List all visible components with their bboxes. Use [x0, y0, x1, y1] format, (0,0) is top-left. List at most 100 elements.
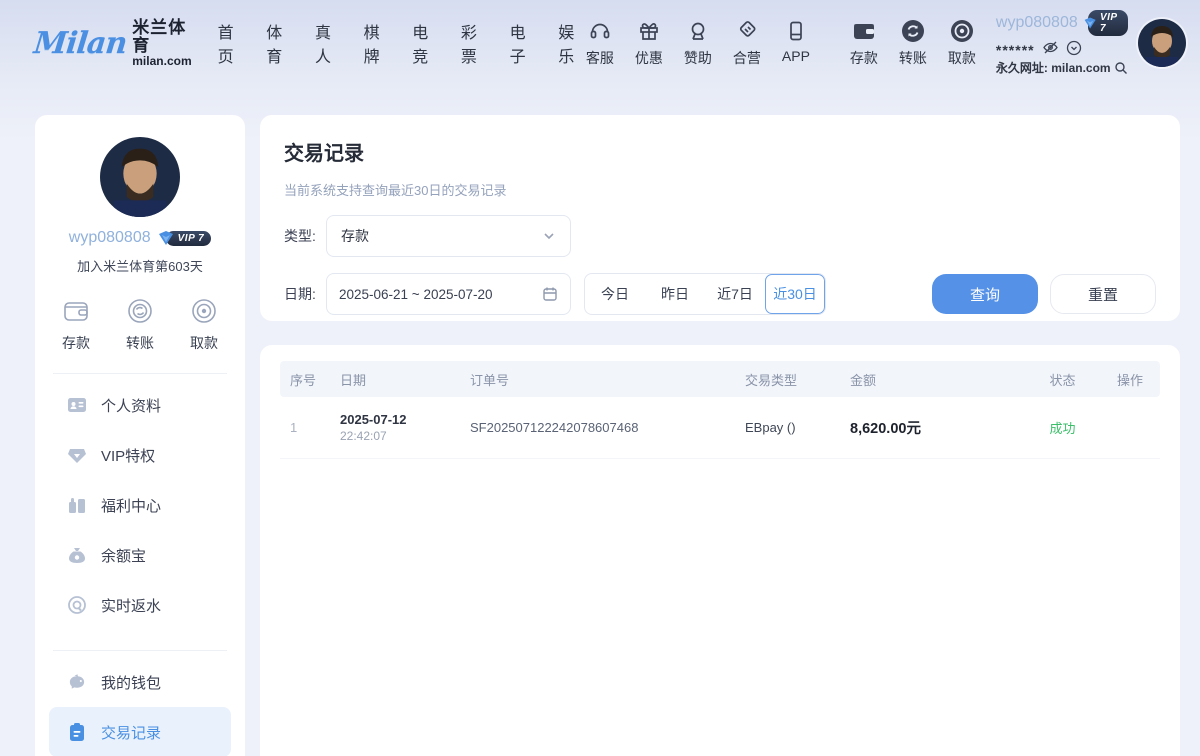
- sidebar-item-benefits[interactable]: 福利中心: [49, 480, 231, 530]
- main-nav: 首页 体育 真人 棋牌 电竞 彩票 电子 娱乐: [218, 19, 582, 67]
- divider: [53, 650, 227, 651]
- nav-item-entertainment[interactable]: 娱乐: [558, 19, 582, 67]
- top-bar: Milan 米兰体育 milan.com 首页 体育 真人 棋牌 电竞 彩票 电…: [0, 0, 1200, 86]
- col-type: 交易类型: [735, 370, 840, 389]
- row-date: 2025-07-12 22:42:07: [330, 412, 460, 443]
- row-amount: 8,620.00元: [840, 417, 1025, 438]
- sidebar-username: wyp080808: [69, 229, 151, 247]
- sidebar: wyp080808 VIP 7 加入米兰体育第603天 存款 转账: [35, 115, 245, 756]
- range-today-button[interactable]: 今日: [585, 274, 645, 314]
- user-info: wyp080808 VIP 7 ****** 永久网址: milan.com: [996, 10, 1128, 76]
- header-actions: 客服 优惠 赞助 合营: [582, 18, 980, 68]
- sponsor-button[interactable]: 赞助: [680, 18, 716, 68]
- range-30days-button[interactable]: 近30日: [765, 274, 825, 314]
- app-button[interactable]: APP: [778, 18, 814, 64]
- divider: [53, 373, 227, 374]
- row-order-no: SF202507122242078607468: [460, 420, 735, 435]
- transfer-icon: [900, 18, 926, 44]
- col-action: 操作: [1100, 370, 1160, 389]
- gift-icon: [637, 18, 661, 44]
- col-status: 状态: [1025, 370, 1100, 389]
- nav-item-esports[interactable]: 电竞: [412, 19, 436, 67]
- nav-item-lottery[interactable]: 彩票: [461, 19, 485, 67]
- col-index: 序号: [280, 370, 330, 389]
- date-range-input[interactable]: 2025-06-21 ~ 2025-07-20: [326, 273, 571, 315]
- page-title: 交易记录: [284, 137, 1156, 166]
- brand-domain: milan.com: [132, 55, 191, 68]
- transactions-table-panel: 序号 日期 订单号 交易类型 金额 状态 操作 1 2025-07-12 22:…: [260, 345, 1180, 756]
- join-days-text: 加入米兰体育第603天: [49, 256, 231, 275]
- reset-button[interactable]: 重置: [1050, 274, 1156, 314]
- nav-item-sports[interactable]: 体育: [266, 19, 290, 67]
- withdraw-icon: [949, 18, 975, 44]
- withdraw-outline-icon: [189, 297, 219, 325]
- user-avatar[interactable]: [1138, 19, 1186, 67]
- handshake-icon: [735, 18, 759, 44]
- eye-off-icon[interactable]: [1042, 39, 1059, 56]
- phone-icon: [784, 18, 808, 44]
- brand-name-cn: 米兰体育: [132, 19, 191, 55]
- benefits-icon: [67, 496, 87, 514]
- sidebar-item-yuebao[interactable]: 余额宝: [49, 530, 231, 580]
- nav-item-live[interactable]: 真人: [315, 19, 339, 67]
- brand-logo-script: Milan: [32, 26, 128, 61]
- vip-badge: VIP 7: [1083, 10, 1128, 36]
- row-index: 1: [280, 420, 330, 435]
- table-row: 1 2025-07-12 22:42:07 SF2025071222420786…: [280, 397, 1160, 459]
- col-date: 日期: [330, 370, 460, 389]
- type-select[interactable]: 存款: [326, 215, 571, 257]
- range-yesterday-button[interactable]: 昨日: [645, 274, 705, 314]
- withdraw-button[interactable]: 取款: [944, 18, 980, 68]
- type-label: 类型:: [284, 226, 326, 246]
- filter-panel: 交易记录 当前系统支持查询最近30日的交易记录 类型: 存款 日期: 2025-…: [260, 115, 1180, 321]
- col-order-no: 订单号: [460, 370, 735, 389]
- wallet-icon: [851, 18, 877, 44]
- transfer-button[interactable]: 转账: [895, 18, 931, 68]
- quick-range-group: 今日 昨日 近7日 近30日: [584, 273, 826, 315]
- piggy-bank-icon: [67, 673, 87, 691]
- transfer-outline-icon: [125, 297, 155, 325]
- sidebar-item-vip[interactable]: VIP特权: [49, 430, 231, 480]
- rebate-icon: [67, 595, 87, 615]
- query-button[interactable]: 查询: [932, 274, 1038, 314]
- date-label: 日期:: [284, 284, 326, 304]
- brand-logo[interactable]: Milan 米兰体育 milan.com: [34, 19, 192, 67]
- range-7days-button[interactable]: 近7日: [705, 274, 765, 314]
- chevron-circle-icon[interactable]: [1066, 40, 1082, 56]
- quick-deposit-button[interactable]: 存款: [61, 297, 91, 353]
- deposit-button[interactable]: 存款: [846, 18, 882, 68]
- records-clipboard-icon: [67, 722, 87, 742]
- quick-withdraw-button[interactable]: 取款: [189, 297, 219, 353]
- nav-item-home[interactable]: 首页: [218, 19, 242, 67]
- partner-button[interactable]: 合营: [729, 18, 765, 68]
- service-button[interactable]: 客服: [582, 18, 618, 68]
- username: wyp080808: [996, 14, 1078, 32]
- row-type: EBpay (): [735, 420, 840, 435]
- promo-button[interactable]: 优惠: [631, 18, 667, 68]
- headset-icon: [588, 18, 612, 44]
- id-card-icon: [67, 396, 87, 414]
- nav-item-cards[interactable]: 棋牌: [364, 19, 388, 67]
- vip-gem-icon: [1083, 14, 1097, 32]
- search-icon[interactable]: [1114, 61, 1128, 75]
- sidebar-item-transactions[interactable]: 交易记录: [49, 707, 231, 756]
- sidebar-avatar[interactable]: [100, 137, 180, 217]
- nav-item-slots[interactable]: 电子: [510, 19, 534, 67]
- sidebar-item-profile[interactable]: 个人资料: [49, 380, 231, 430]
- calendar-icon: [542, 286, 558, 302]
- vip-gem-icon: [157, 229, 175, 247]
- sidebar-item-rebate[interactable]: 实时返水: [49, 580, 231, 630]
- money-bag-icon: [67, 546, 87, 564]
- quick-transfer-button[interactable]: 转账: [125, 297, 155, 353]
- sidebar-quick-actions: 存款 转账 取款: [49, 297, 231, 353]
- sidebar-item-wallet[interactable]: 我的钱包: [49, 657, 231, 707]
- col-amount: 金额: [840, 370, 1025, 389]
- permanent-url: 永久网址: milan.com: [996, 59, 1111, 76]
- masked-balance: ******: [996, 41, 1035, 55]
- sidebar-vip-badge: VIP 7: [157, 229, 212, 247]
- wallet-outline-icon: [61, 297, 91, 325]
- medal-icon: [686, 18, 710, 44]
- vip-diamond-icon: [67, 446, 87, 464]
- chevron-down-icon: [542, 229, 556, 243]
- table-header-row: 序号 日期 订单号 交易类型 金额 状态 操作: [280, 361, 1160, 397]
